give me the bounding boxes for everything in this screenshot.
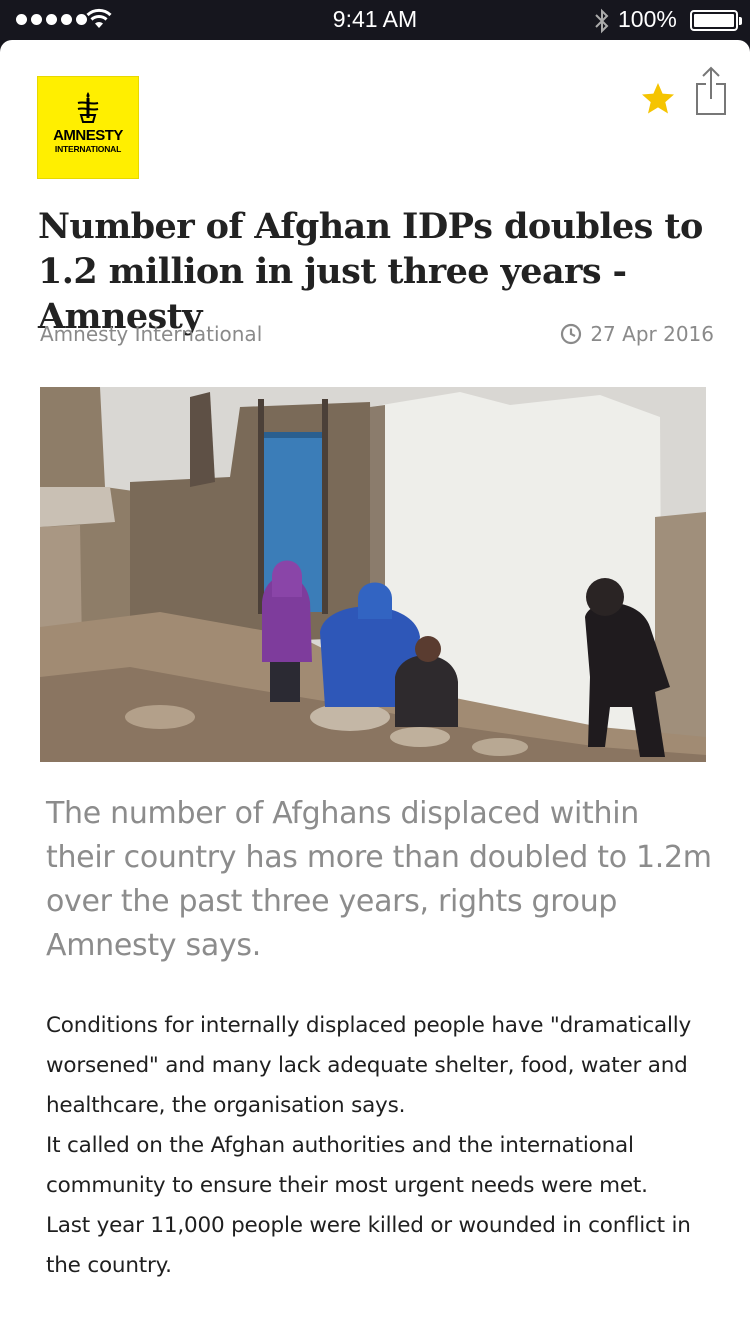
article-paragraph: It called on the Afghan authorities and …	[46, 1133, 648, 1198]
candle-logo-icon	[77, 92, 99, 123]
bluetooth-icon	[595, 8, 609, 34]
clock-icon	[561, 323, 582, 345]
battery-icon	[690, 10, 742, 31]
article-date: 27 Apr 2016	[590, 322, 714, 346]
battery-percent: 100%	[618, 6, 677, 32]
logo-text-primary: AMNESTY	[53, 127, 123, 144]
article-body: Conditions for internally displaced peop…	[46, 1006, 716, 1286]
article-hero-image	[40, 387, 706, 762]
article-lead: The number of Afghans displaced within t…	[46, 796, 712, 963]
article-headline: Number of Afghan IDPs doubles to 1.2 mil…	[38, 206, 703, 337]
article-sheet: AMNESTY INTERNATIONAL Number of Afghan I…	[0, 40, 750, 1334]
star-icon[interactable]	[640, 82, 676, 116]
share-icon[interactable]	[694, 66, 728, 116]
article-source: Amnesty International	[40, 322, 263, 346]
status-bar: 9:41 AM 100%	[0, 0, 750, 40]
logo-text-secondary: INTERNATIONAL	[54, 144, 122, 154]
amnesty-logo: AMNESTY INTERNATIONAL	[37, 76, 139, 179]
article-date-row: 27 Apr 2016	[560, 322, 714, 346]
article-paragraph: Last year 11,000 people were killed or w…	[46, 1213, 691, 1278]
article-paragraph: Conditions for internally displaced peop…	[46, 1013, 692, 1118]
